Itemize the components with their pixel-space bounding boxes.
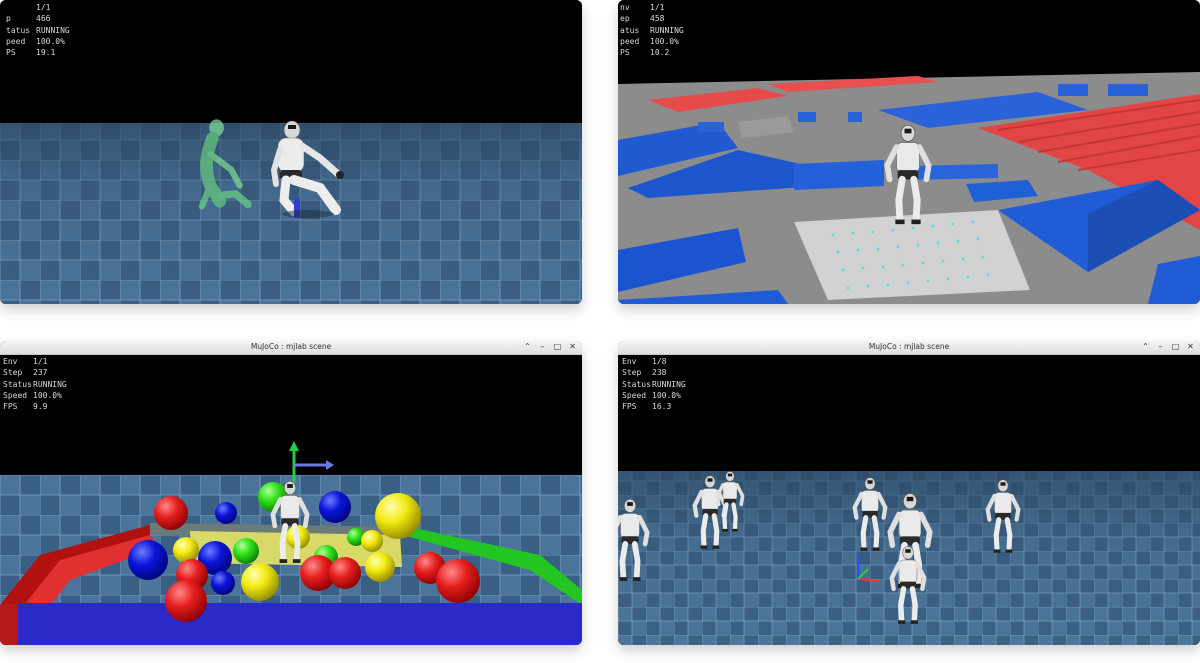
viewer-window-multi-env: MuJoCo : mjlab scene ⌃ – □ ✕ Env 1/8 Ste… xyxy=(618,341,1200,645)
hud-overlay: Env 1/8 Step 238 Status RUNNING Speed 100.0%… xyxy=(622,356,686,412)
tracking-scene xyxy=(0,0,582,304)
viewer-panel-terrain: nv 1/1 ep 458 atus RUNNING peed 100.0% PS 10.… xyxy=(618,0,1200,304)
hud-overlay: 1/1 p 466 tatus RUNNING peed 100.0% PS 19.1 xyxy=(6,2,70,58)
hud-overlay: nv 1/1 ep 458 atus RUNNING peed 100.0% PS 10.… xyxy=(620,2,684,58)
hud-fps-value: 16.3 xyxy=(652,402,672,412)
hud-fps-value: 9.9 xyxy=(33,402,48,412)
hud-fps-value: 19.1 xyxy=(36,48,56,58)
hud-step-label: ep xyxy=(620,14,630,24)
hud-env-value: 1/8 xyxy=(652,357,667,366)
close-icon[interactable]: ✕ xyxy=(1186,342,1195,352)
hud-status-label: Status xyxy=(3,379,32,389)
hud-fps-value: 10.2 xyxy=(650,48,670,58)
ball-pit-scene xyxy=(0,355,582,645)
hud-fps-label: FPS xyxy=(3,402,18,412)
terrain-scene xyxy=(618,0,1200,304)
hud-fps-label: FPS xyxy=(622,402,637,412)
hud-env-value: 1/1 xyxy=(650,3,665,12)
hud-fps-label: PS xyxy=(6,48,16,58)
hud-status-label: tatus xyxy=(6,25,31,35)
hud-speed-value: 100.0% xyxy=(650,36,679,46)
window-titlebar[interactable]: MuJoCo : mjlab scene ⌃ – □ ✕ xyxy=(0,341,582,355)
hud-env-label xyxy=(6,2,36,13)
hud-overlay: Env 1/1 Step 237 Status RUNNING Speed 100.0%… xyxy=(3,356,67,412)
hud-step-value: 238 xyxy=(652,368,667,378)
scene-viewport[interactable]: 1/1 p 466 tatus RUNNING peed 100.0% PS 19.1 xyxy=(0,0,582,304)
hud-speed-value: 100.0% xyxy=(36,36,65,46)
hud-env-value: 1/1 xyxy=(36,3,51,12)
minimize-icon[interactable]: – xyxy=(538,342,547,352)
hud-env-label: Env xyxy=(3,357,18,366)
hud-status-value: RUNNING xyxy=(36,25,70,35)
viewer-panel-tracking: 1/1 p 466 tatus RUNNING peed 100.0% PS 19.1 xyxy=(0,0,582,304)
minimize-icon[interactable]: – xyxy=(1156,342,1165,352)
hud-step-value: 466 xyxy=(36,14,51,24)
collapse-icon[interactable]: ⌃ xyxy=(523,342,532,352)
hud-status-label: atus xyxy=(620,25,640,35)
hud-step-label: Step xyxy=(3,368,23,378)
hud-status-label: Status xyxy=(622,379,651,389)
maximize-icon[interactable]: □ xyxy=(553,342,562,352)
hud-step-label: Step xyxy=(622,368,642,378)
hud-status-value: RUNNING xyxy=(650,25,684,35)
window-title: MuJoCo : mjlab scene xyxy=(250,342,332,351)
hud-env-label: nv xyxy=(620,3,630,12)
hud-speed-label: peed xyxy=(6,36,26,46)
hud-speed-value: 100.0% xyxy=(33,390,62,400)
scene-viewport[interactable]: Env 1/1 Step 237 Status RUNNING Speed 100.0%… xyxy=(0,355,582,645)
hud-speed-label: Speed xyxy=(622,390,647,400)
hud-env-label: Env xyxy=(622,357,637,366)
maximize-icon[interactable]: □ xyxy=(1171,342,1180,352)
hud-speed-value: 100.0% xyxy=(652,390,681,400)
window-title: MuJoCo : mjlab scene xyxy=(868,342,950,351)
collapse-icon[interactable]: ⌃ xyxy=(1141,342,1150,352)
hud-step-value: 237 xyxy=(33,368,48,378)
hud-fps-label: PS xyxy=(620,48,630,58)
close-icon[interactable]: ✕ xyxy=(568,342,577,352)
hud-speed-label: peed xyxy=(620,36,640,46)
hud-step-value: 458 xyxy=(650,14,665,24)
viewer-window-balls: MuJoCo : mjlab scene ⌃ – □ ✕ Env 1/1 Ste… xyxy=(0,341,582,645)
hud-env-value: 1/1 xyxy=(33,357,48,366)
window-titlebar[interactable]: MuJoCo : mjlab scene ⌃ – □ ✕ xyxy=(618,341,1200,355)
multi-env-scene xyxy=(618,355,1200,645)
scene-viewport[interactable]: nv 1/1 ep 458 atus RUNNING peed 100.0% PS 10.… xyxy=(618,0,1200,304)
hud-speed-label: Speed xyxy=(3,390,28,400)
hud-status-value: RUNNING xyxy=(652,379,686,389)
hud-step-label: p xyxy=(6,14,11,24)
scene-viewport[interactable]: Env 1/8 Step 238 Status RUNNING Speed 100.0%… xyxy=(618,355,1200,645)
hud-status-value: RUNNING xyxy=(33,379,67,389)
